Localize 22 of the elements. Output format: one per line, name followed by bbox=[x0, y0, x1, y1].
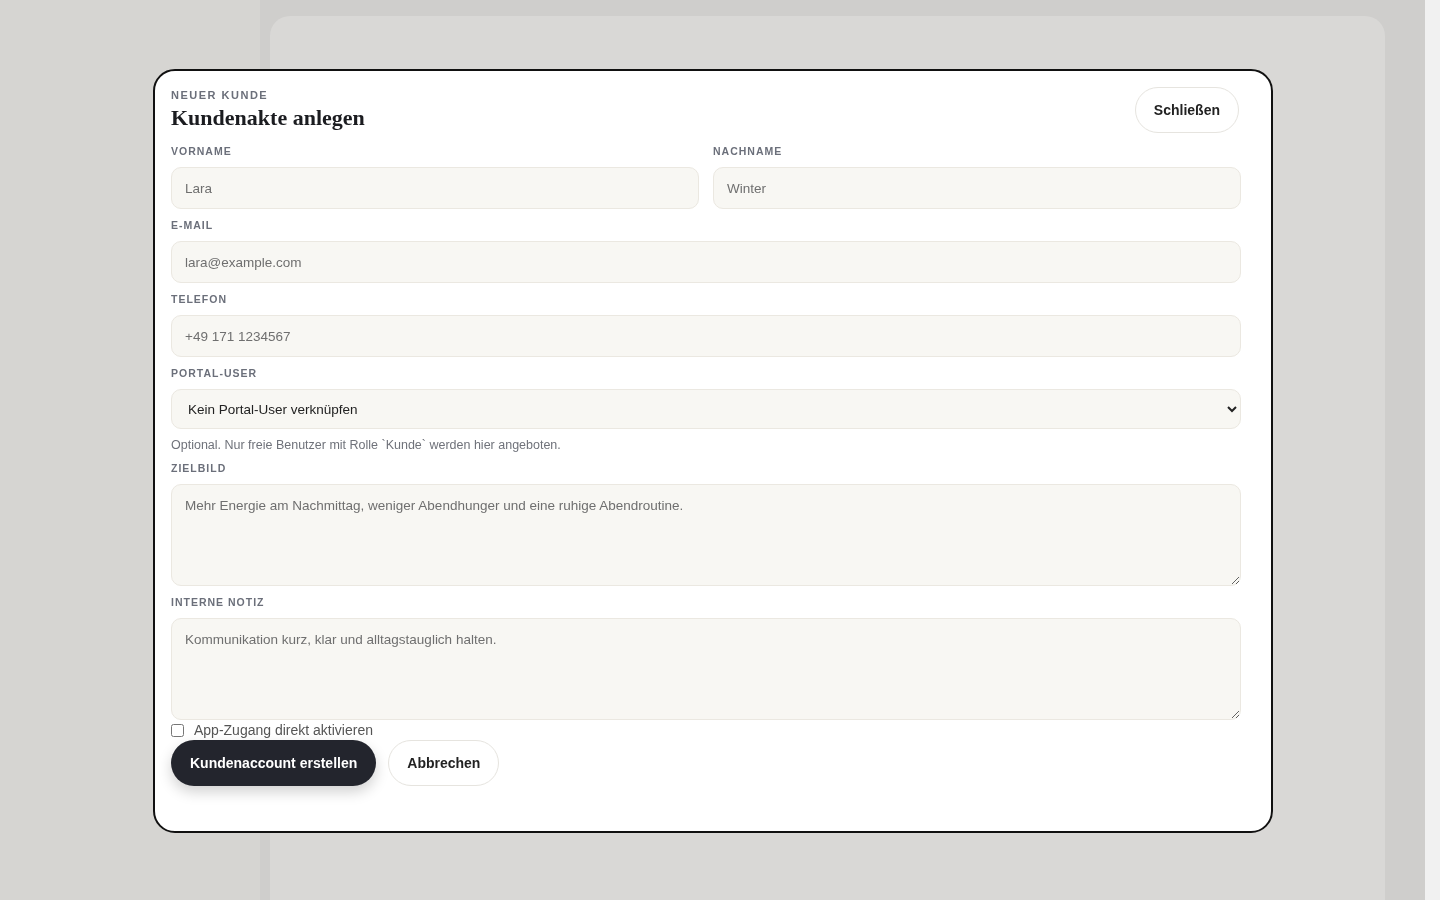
input-field[interactable]: Lara bbox=[171, 167, 699, 209]
field-label: ZIELBILD bbox=[171, 462, 228, 474]
field-label: TELEFON bbox=[171, 293, 228, 305]
field-label: E-MAIL bbox=[171, 219, 215, 231]
checkbox[interactable] bbox=[171, 723, 184, 737]
input-field[interactable]: lara@example.com bbox=[171, 241, 1241, 283]
input-field[interactable]: +49 171 1234567 bbox=[171, 315, 1241, 357]
select-field[interactable]: Kein Portal-User verknüpfen bbox=[171, 389, 1241, 429]
field-hint: Optional. Nur freie Benutzer mit Rolle `Kunde` werden hier angeboten. bbox=[171, 438, 562, 452]
close-button[interactable]: Schließen bbox=[1134, 87, 1239, 133]
field-label: VORNAME bbox=[171, 145, 233, 157]
textarea-field[interactable]: Kommunikation kurz, klar und alltagstauglich halten. bbox=[171, 618, 1241, 720]
dialog-eyebrow: NEUER KUNDE bbox=[171, 89, 270, 101]
checkbox-label: App-Zugang direkt aktivieren bbox=[194, 722, 373, 738]
cancel-button[interactable]: Abbrechen bbox=[388, 740, 500, 786]
field-label: NACHNAME bbox=[713, 145, 784, 157]
field-label: PORTAL-USER bbox=[171, 367, 259, 379]
textarea-field[interactable]: Mehr Energie am Nachmittag, weniger Abendhunger und eine ruhige Abendroutine. bbox=[171, 484, 1241, 586]
dialog-title: Kundenakte anlegen bbox=[171, 105, 365, 131]
field-label: INTERNE NOTIZ bbox=[171, 596, 266, 608]
input-field[interactable]: Winter bbox=[713, 167, 1241, 209]
create-button[interactable]: Kundenaccount erstellen bbox=[171, 740, 377, 786]
